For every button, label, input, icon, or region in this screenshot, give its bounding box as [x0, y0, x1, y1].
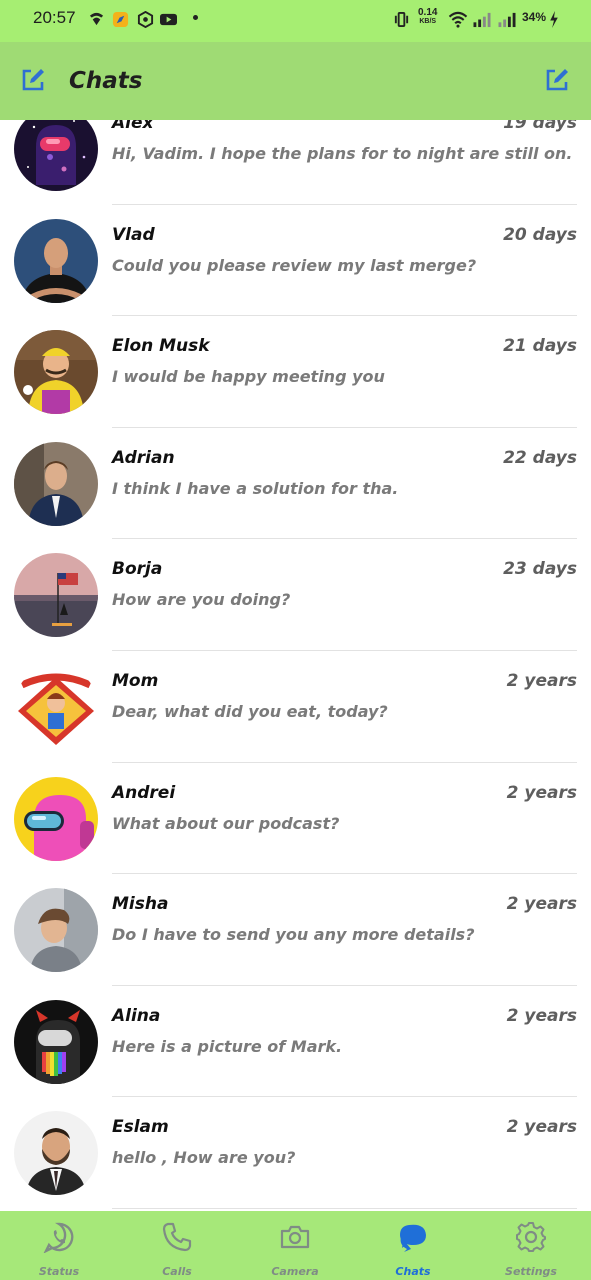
- signal-icon-2: [498, 12, 516, 28]
- chat-list[interactable]: Alex 19 days Hi, Vadim. I hope the plans…: [0, 120, 591, 1211]
- nav-status[interactable]: Status: [0, 1211, 118, 1280]
- chat-row[interactable]: Borja 23 days How are you doing?: [0, 539, 591, 651]
- new-chat-icon[interactable]: [544, 67, 570, 93]
- chat-row[interactable]: Mom 2 years Dear, what did you eat, toda…: [0, 651, 591, 763]
- avatar: [14, 888, 98, 973]
- avatar: [14, 999, 98, 1084]
- avatar: [14, 441, 98, 526]
- vpn-icon: [89, 12, 104, 26]
- chat-time: 2 years: [506, 670, 577, 691]
- chat-time: 23 days: [503, 559, 577, 580]
- nav-label: Calls: [162, 1265, 192, 1278]
- last-message: I think I have a solution for tha.: [112, 478, 399, 498]
- last-message: How are you doing?: [112, 590, 291, 610]
- status-time: 20:57: [33, 8, 76, 27]
- chat-row[interactable]: Alina 2 years Here is a picture of Mark.: [0, 986, 591, 1098]
- nav-label: Settings: [505, 1265, 557, 1278]
- nav-chats[interactable]: Chats: [354, 1211, 472, 1280]
- last-message: What about our podcast?: [112, 813, 340, 833]
- gear-icon: [516, 1222, 546, 1252]
- chat-bubble-icon: [400, 1224, 426, 1252]
- chat-time: 19 days: [503, 120, 577, 133]
- contact-name: Vlad: [112, 224, 155, 245]
- avatar: [14, 218, 98, 303]
- avatar: [14, 120, 98, 191]
- battery-charging-icon: [550, 11, 558, 28]
- notification-dot: [193, 15, 198, 20]
- compose-icon[interactable]: [20, 67, 46, 93]
- contact-name: Alina: [112, 1005, 161, 1026]
- contact-name: Misha: [112, 894, 169, 915]
- chat-row[interactable]: Vlad 20 days Could you please review my …: [0, 205, 591, 317]
- nav-label: Chats: [395, 1265, 431, 1278]
- contact-name: Adrian: [112, 447, 175, 468]
- avatar: [14, 776, 98, 861]
- settings-badge-icon: [137, 11, 154, 28]
- nav-settings[interactable]: Settings: [472, 1211, 590, 1280]
- nav-calls[interactable]: Calls: [118, 1211, 236, 1280]
- avatar: [14, 553, 98, 638]
- last-message: Could you please review my last merge?: [112, 255, 477, 275]
- divider: [112, 1207, 577, 1209]
- last-message: Dear, what did you eat, today?: [112, 701, 388, 721]
- whatsapp-icon: [43, 1222, 74, 1253]
- chat-row[interactable]: Eslam 2 years hello , How are you?: [0, 1097, 591, 1209]
- contact-name: Eslam: [112, 1117, 169, 1138]
- chat-time: 2 years: [506, 1117, 577, 1138]
- contact-name: Andrei: [112, 782, 176, 803]
- avatar: [14, 1111, 98, 1196]
- phone-icon: [162, 1222, 192, 1252]
- app-header: Chats: [0, 42, 591, 120]
- chat-time: 2 years: [506, 1005, 577, 1026]
- network-speed: 0.14 KB/S: [418, 7, 438, 26]
- wifi-icon: [448, 11, 468, 28]
- vibrate-icon: [394, 11, 409, 28]
- chat-time: 2 years: [506, 782, 577, 803]
- contact-name: Borja: [112, 559, 163, 580]
- last-message: I would be happy meeting you: [112, 367, 385, 387]
- nav-label: Camera: [271, 1265, 319, 1278]
- chat-time: 21 days: [503, 336, 577, 357]
- avatar: [14, 330, 98, 415]
- contact-name: Mom: [112, 670, 159, 691]
- last-message: hello , How are you?: [112, 1148, 296, 1168]
- last-message: Here is a picture of Mark.: [112, 1036, 343, 1056]
- status-bar: 20:57 0.14 KB/S 34%: [0, 0, 591, 42]
- chat-time: 20 days: [503, 224, 577, 245]
- chat-row[interactable]: Andrei 2 years What about our podcast?: [0, 763, 591, 875]
- chat-time: 22 days: [503, 447, 577, 468]
- nav-label: Status: [38, 1265, 80, 1278]
- chat-row[interactable]: Adrian 22 days I think I have a solution…: [0, 428, 591, 540]
- chat-row[interactable]: Alex 19 days Hi, Vadim. I hope the plans…: [0, 120, 591, 205]
- chat-time: 2 years: [506, 894, 577, 915]
- contact-name: Alex: [112, 120, 154, 133]
- nav-camera[interactable]: Camera: [236, 1211, 354, 1280]
- youtube-icon: [160, 13, 177, 26]
- chat-row[interactable]: Misha 2 years Do I have to send you any …: [0, 874, 591, 986]
- chat-row[interactable]: Elon Musk 21 days I would be happy meeti…: [0, 316, 591, 428]
- battery-percent: 34%: [522, 10, 547, 24]
- page-title: Chats: [69, 68, 143, 94]
- contact-name: Elon Musk: [112, 336, 210, 357]
- last-message: Hi, Vadim. I hope the plans for to night…: [112, 144, 573, 163]
- bottom-nav: Status Calls Camera Chats Settings: [0, 1211, 591, 1280]
- compass-icon: [112, 11, 129, 28]
- last-message: Do I have to send you any more details?: [112, 925, 475, 945]
- signal-icon: [473, 12, 491, 28]
- avatar: [14, 664, 98, 749]
- camera-icon: [280, 1225, 310, 1249]
